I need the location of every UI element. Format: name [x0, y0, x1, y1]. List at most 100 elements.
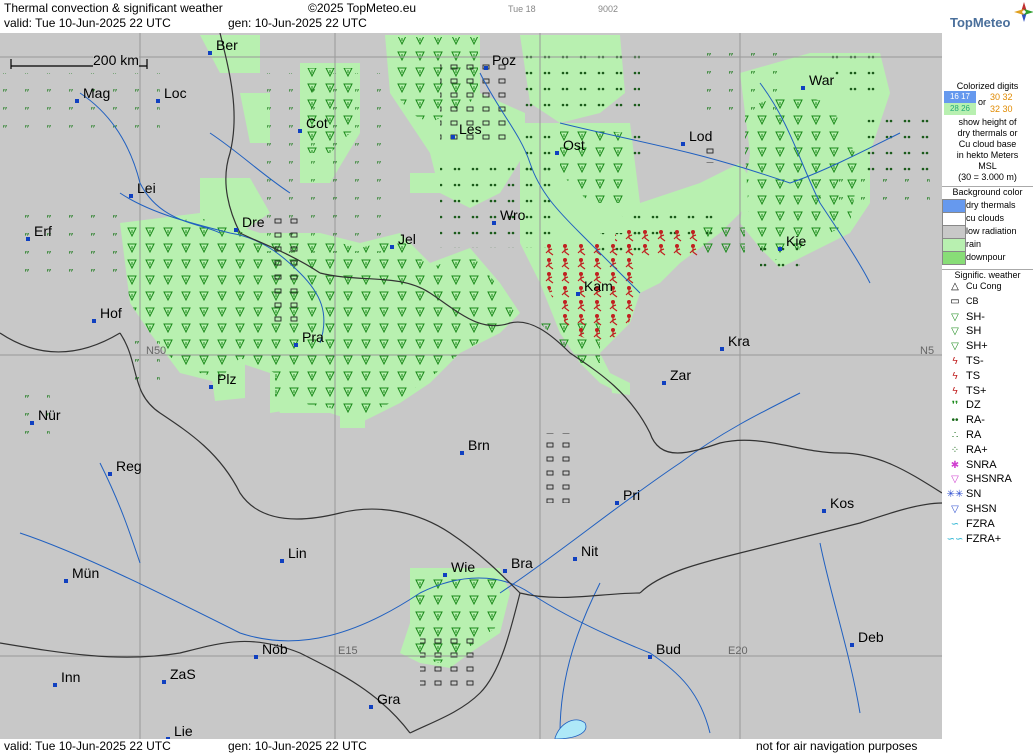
map-canvas: ” — [0, 33, 942, 739]
city-dot-zar — [662, 381, 666, 385]
city-label-les: Les — [459, 121, 482, 137]
city-label-wie: Wie — [451, 559, 475, 575]
city-dot-gra — [369, 705, 373, 709]
legend-sig-row-6: ϟ TS — [944, 370, 1032, 383]
legend-desc-5: MSL — [978, 161, 997, 171]
city-dot-nür — [30, 421, 34, 425]
digits-swatch-dry: 16 17 28 26 — [944, 91, 976, 115]
city-label-pri: Pri — [623, 487, 640, 503]
valid-time: valid: Tue 10-Jun-2025 22 UTC — [4, 16, 171, 30]
legend-sig-row-14: ✳✳ SN — [944, 488, 1032, 501]
map-title: Thermal convection & significant weather — [4, 1, 223, 15]
city-dot-mag — [75, 99, 79, 103]
header-bar: Thermal convection & significant weather… — [0, 0, 942, 33]
city-dot-lei — [129, 194, 133, 198]
legend-sig-icon-9: •• — [951, 415, 959, 427]
legend-swatch-3 — [942, 238, 966, 252]
legend-sig-icon-6: ϟ — [952, 370, 958, 382]
city-dot-ost — [555, 151, 559, 155]
product-code: 9002 — [598, 4, 619, 14]
city-label-bud: Bud — [656, 641, 681, 657]
city-label-wro: Wro — [500, 207, 526, 223]
legend-sig-row-16: ∽ FZRA — [944, 518, 1032, 531]
city-label-kam: Kam — [584, 278, 613, 294]
city-label-pra: Pra — [302, 329, 324, 345]
city-label-nit: Nit — [581, 543, 598, 559]
city-dot-ber — [208, 51, 212, 55]
legend-sig-icon-15: ▽ — [951, 504, 959, 515]
legend-sig-label-14: SN — [966, 488, 982, 501]
city-label-nür: Nür — [38, 407, 61, 423]
footer-gen: gen: 10-Jun-2025 22 UTC — [228, 739, 367, 753]
city-label-mag: Mag — [83, 85, 110, 101]
city-dot-poz — [484, 66, 488, 70]
city-dot-dre — [234, 228, 238, 232]
legend-sig-icon-5: ϟ — [952, 356, 958, 367]
city-dot-les — [451, 135, 455, 139]
legend-desc-6: (30 = 3.000 m) — [958, 172, 1017, 182]
legend-desc-4: in hekto Meters — [956, 150, 1019, 160]
grid-label-e20: E20 — [728, 645, 748, 657]
city-label-jel: Jel — [398, 231, 416, 247]
city-dot-nit — [573, 557, 577, 561]
city-dot-kos — [822, 509, 826, 513]
city-dot-kie — [778, 247, 782, 251]
weather-map[interactable]: ” — [0, 33, 942, 739]
legend-swatch-0 — [942, 199, 966, 213]
legend-desc-2: dry thermals or — [957, 128, 1018, 138]
city-label-cot: Cot — [306, 115, 328, 131]
city-label-war: War — [809, 72, 834, 88]
digits-a: 16 17 — [949, 92, 971, 101]
scale-label: 200 km — [93, 52, 139, 68]
legend-sig-icon-13: ▽ — [951, 474, 959, 486]
legend-sig-icon-10: ∴ — [951, 430, 959, 441]
lakes — [554, 719, 587, 739]
legend-sig-label-16: FZRA — [966, 517, 995, 530]
city-dot-pra — [294, 343, 298, 347]
legend-sig-icon-3: ▽ — [951, 326, 959, 338]
footer-valid: valid: Tue 10-Jun-2025 22 UTC — [4, 739, 171, 753]
city-label-mün: Mün — [72, 565, 99, 581]
logo-text: TopMeteo — [950, 15, 1011, 30]
digits-b: 28 26 — [944, 103, 976, 115]
city-label-plz: Plz — [217, 371, 236, 387]
city-dot-kra — [720, 347, 724, 351]
digits-d: 32 30 — [990, 104, 1013, 114]
legend-desc-3: Cu cloud base — [958, 139, 1017, 149]
topmeteo-logo[interactable]: TopMeteo — [942, 0, 1033, 33]
legend-sig-label-15: SHSN — [966, 503, 997, 515]
legend-sig-row-7: ϟ TS+ — [944, 385, 1032, 398]
city-label-inn: Inn — [61, 669, 80, 685]
city-label-zas: ZaS — [170, 666, 196, 682]
city-label-lei: Lei — [137, 180, 156, 196]
city-dot-kam — [576, 292, 580, 296]
legend-sig-label-13: SHSNRA — [966, 473, 1012, 486]
city-dot-deb — [850, 643, 854, 647]
legend-swatch-1 — [942, 212, 966, 226]
legend-bg-label-4: downpour — [966, 252, 1006, 262]
legend-sig-label-6: TS — [966, 369, 981, 382]
city-label-dre: Dre — [242, 214, 265, 230]
legend-sig-label-0: Cu Cong — [966, 281, 1002, 291]
legend-sig-row-3: ▽ SH — [944, 325, 1032, 338]
city-dot-pri — [615, 501, 619, 505]
city-label-nöb: Nöb — [262, 641, 288, 657]
city-dot-nöb — [254, 655, 258, 659]
grid-label-n50-right: N5 — [920, 345, 934, 357]
city-dot-cot — [298, 129, 302, 133]
city-dot-jel — [390, 245, 394, 249]
legend-sig-row-1: ▭ CB — [944, 296, 1032, 309]
digits-c: 30 32 — [990, 92, 1013, 102]
city-dot-hof — [92, 319, 96, 323]
legend-bg-label-2: low radiation — [966, 226, 1017, 236]
legend-bg-title: Background color — [942, 186, 1033, 197]
city-dot-wro — [492, 221, 496, 225]
legend-swatch-2 — [942, 225, 966, 239]
legend-sig-icon-2: ▽ — [951, 311, 959, 323]
legend-bg-label-3: rain — [966, 239, 982, 249]
legend-sig-row-12: ✱ SNRA — [944, 459, 1032, 472]
footer-disclaimer: not for air navigation purposes — [756, 739, 918, 753]
legend-sig-row-5: ϟ TS- — [944, 355, 1032, 368]
city-dot-reg — [108, 472, 112, 476]
city-label-gra: Gra — [377, 691, 401, 707]
